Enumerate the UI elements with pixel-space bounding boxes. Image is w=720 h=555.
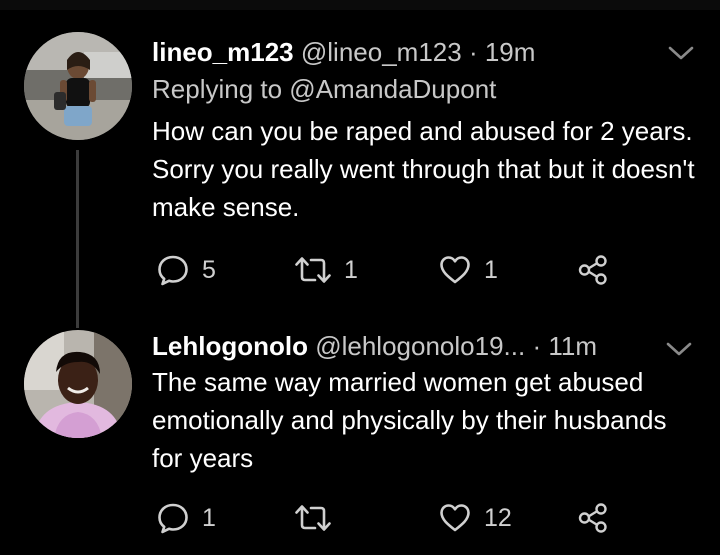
reply-icon	[156, 253, 190, 287]
display-name[interactable]: lineo_m123	[152, 37, 294, 67]
replying-to[interactable]: Replying to @AmandaDupont	[152, 70, 496, 108]
tweet-item[interactable]: lineo_m123 @lineo_m123 · 19m Replying to…	[0, 22, 720, 328]
like-icon	[438, 501, 472, 535]
like-count: 1	[484, 256, 498, 284]
avatar[interactable]	[24, 330, 132, 438]
share-icon	[576, 253, 610, 287]
user-handle[interactable]: @lineo_m123	[301, 37, 462, 67]
chevron-down-icon[interactable]	[664, 338, 694, 360]
share-icon	[576, 501, 610, 535]
tweet-actions: 5 1 1	[152, 250, 622, 290]
share-button[interactable]	[576, 498, 610, 538]
reply-count: 1	[202, 504, 216, 532]
reply-count: 5	[202, 256, 216, 284]
reply-icon	[156, 501, 190, 535]
tweet-header: Lehlogonolo @lehlogonolo19... · 11m	[152, 326, 650, 366]
retweet-button[interactable]: 1	[294, 250, 358, 290]
timestamp[interactable]: 11m	[548, 331, 597, 361]
tweet-item[interactable]: Lehlogonolo @lehlogonolo19... · 11m The …	[0, 318, 720, 555]
share-button[interactable]	[576, 250, 610, 290]
like-button[interactable]: 12	[438, 498, 512, 538]
separator-dot: ·	[468, 37, 478, 67]
tweet-actions: 1 12	[152, 498, 622, 538]
thread-line	[76, 150, 79, 328]
like-count: 12	[484, 504, 512, 532]
chevron-down-icon[interactable]	[666, 42, 696, 64]
timestamp[interactable]: 19m	[485, 37, 536, 67]
retweet-icon	[294, 501, 332, 535]
retweet-icon	[294, 253, 332, 287]
tweet-text: How can you be raped and abused for 2 ye…	[152, 116, 695, 222]
tweet-text: The same way married women get abused em…	[152, 367, 667, 473]
display-name[interactable]: Lehlogonolo	[152, 331, 308, 361]
separator-dot: ·	[532, 331, 542, 361]
retweet-button[interactable]	[294, 498, 344, 538]
avatar[interactable]	[24, 32, 132, 140]
user-handle[interactable]: @lehlogonolo19...	[315, 331, 525, 361]
reply-button[interactable]: 5	[156, 250, 216, 290]
reply-button[interactable]: 1	[156, 498, 216, 538]
tweet-header: lineo_m123 @lineo_m123 · 19m	[152, 32, 650, 72]
like-button[interactable]: 1	[438, 250, 498, 290]
retweet-count: 1	[344, 256, 358, 284]
like-icon	[438, 253, 472, 287]
top-divider	[0, 0, 720, 10]
